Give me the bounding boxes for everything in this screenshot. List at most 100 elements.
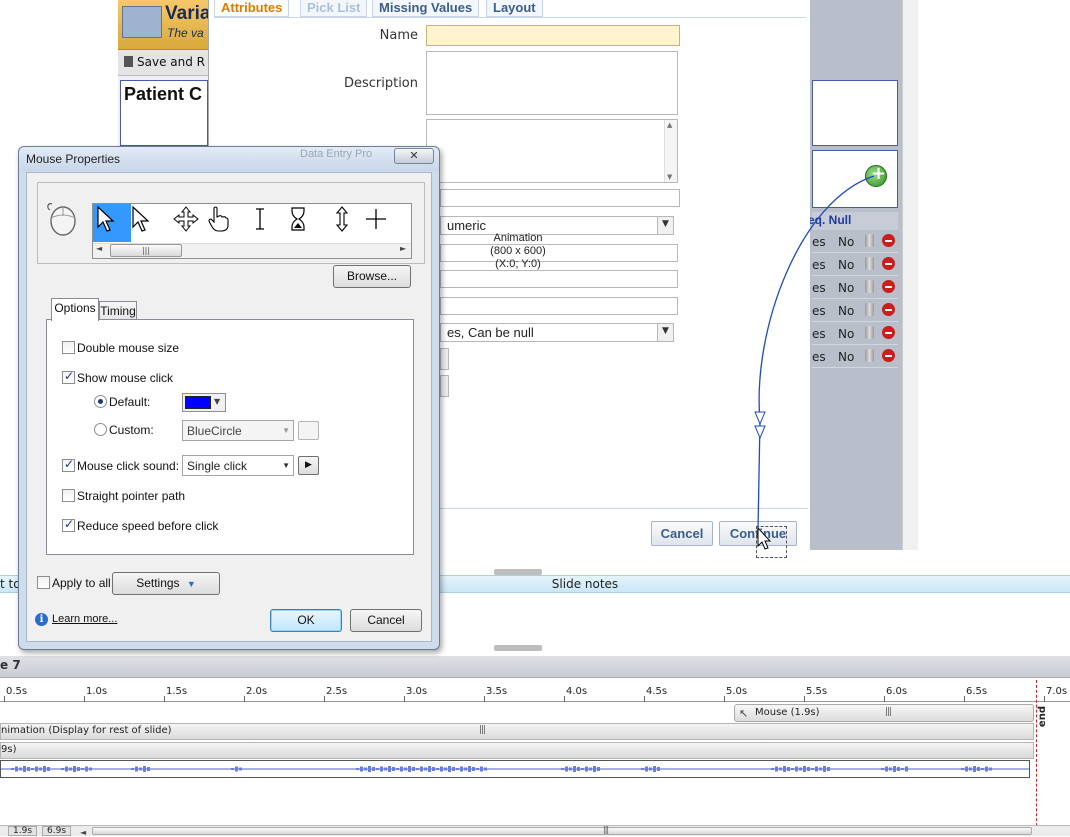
description-textarea[interactable]: [426, 51, 678, 115]
text-field[interactable]: [440, 189, 680, 207]
trash-icon[interactable]: [865, 349, 874, 362]
table-row[interactable]: es No: [812, 346, 898, 368]
mouse-click-sound-checkbox[interactable]: [62, 457, 75, 472]
trash-icon[interactable]: [865, 234, 874, 247]
chevron-down-icon: ▼: [657, 217, 673, 234]
text-field[interactable]: [440, 297, 678, 315]
text-field[interactable]: [440, 244, 678, 262]
tab-attributes[interactable]: Attributes: [214, 0, 290, 17]
scrollbar[interactable]: [664, 120, 677, 182]
custom-select[interactable]: BlueCircle ▼: [182, 420, 294, 441]
nullable-select[interactable]: es, Can be null ▼: [440, 323, 674, 342]
apply-to-all-checkbox[interactable]: [37, 576, 50, 589]
timeline-animation-track[interactable]: nimation (Display for rest of slide) |||: [0, 723, 1034, 740]
bg-app-subtitle: The va: [167, 26, 204, 40]
timeline-track[interactable]: 9s): [0, 742, 1034, 759]
timeline-ruler[interactable]: [0, 680, 1070, 702]
trash-icon[interactable]: [865, 326, 874, 339]
move-cursor-icon[interactable]: [172, 205, 200, 233]
play-button[interactable]: ▶: [298, 456, 319, 475]
double-mouse-size-label: Double mouse size: [77, 341, 180, 355]
delete-icon[interactable]: [882, 234, 895, 247]
table-row[interactable]: es No: [812, 277, 898, 299]
save-icon: [124, 56, 133, 67]
null-cell: No: [838, 350, 855, 364]
tab-missing-values[interactable]: Missing Values: [372, 0, 480, 17]
table-row[interactable]: es No: [812, 231, 898, 253]
close-button[interactable]: ✕: [394, 148, 434, 164]
delete-icon[interactable]: [882, 257, 895, 270]
mouse-icon: [47, 203, 76, 236]
required-cell: es: [812, 258, 826, 272]
scroll-right-icon[interactable]: ►: [400, 244, 406, 253]
default-radio[interactable]: [94, 395, 107, 408]
straight-pointer-path-checkbox[interactable]: [62, 489, 75, 502]
audio-waveform[interactable]: [0, 760, 1030, 778]
reduce-speed-checkbox[interactable]: [62, 517, 75, 532]
tab-layout[interactable]: Layout: [486, 0, 543, 17]
table-row[interactable]: es No: [812, 254, 898, 276]
trash-icon[interactable]: [865, 257, 874, 270]
grip-icon: |||: [603, 825, 609, 834]
table-row[interactable]: es No: [812, 323, 898, 345]
name-input[interactable]: [426, 25, 680, 46]
timeline-tick: 4.5s: [643, 686, 668, 702]
delete-icon[interactable]: [882, 280, 895, 293]
add-icon[interactable]: [865, 163, 887, 187]
tab-options[interactable]: Options: [51, 298, 99, 321]
required-cell: es: [812, 304, 826, 318]
trash-icon[interactable]: [865, 303, 874, 316]
delete-icon[interactable]: [882, 326, 895, 339]
grip-icon: |||: [141, 246, 151, 255]
settings-button[interactable]: Settings ▼: [112, 572, 220, 595]
scroll-left-icon[interactable]: ◄: [96, 244, 102, 253]
button-stub[interactable]: [440, 375, 449, 397]
tab-pick-list[interactable]: Pick List: [300, 0, 368, 17]
button-stub[interactable]: [440, 348, 449, 370]
custom-preview-button[interactable]: [298, 421, 319, 440]
table-header-label: eq. Null: [808, 213, 852, 227]
track-label: nimation (Display for rest of slide): [1, 725, 172, 736]
sound-select-value: Single click: [187, 459, 248, 473]
crosshair-cursor-icon[interactable]: [362, 205, 390, 233]
timeline-scroll-thumb[interactable]: |||: [92, 825, 1032, 835]
bg-app-title: Varia: [165, 3, 211, 24]
resize-vertical-cursor-icon[interactable]: [328, 205, 356, 233]
chevron-down-icon: ▼: [282, 426, 290, 435]
notes-textarea[interactable]: [426, 119, 678, 183]
apply-to-all-label: Apply to all: [52, 576, 111, 590]
null-cell: No: [838, 327, 855, 341]
delete-icon[interactable]: [882, 303, 895, 316]
ok-button[interactable]: OK: [270, 609, 342, 632]
browse-button[interactable]: Browse...: [333, 265, 411, 288]
text-cursor-icon[interactable]: [246, 205, 274, 233]
cancel-button[interactable]: Cancel: [651, 521, 713, 546]
scrollbar[interactable]: [902, 0, 918, 550]
learn-more-link[interactable]: Learn more...: [52, 613, 117, 625]
name-label: Name: [379, 28, 418, 43]
custom-radio[interactable]: [94, 423, 107, 436]
tab-timing[interactable]: Timing: [99, 301, 137, 321]
show-mouse-click-checkbox[interactable]: [62, 369, 75, 384]
hourglass-cursor-icon[interactable]: [284, 205, 312, 233]
save-button[interactable]: Save and R: [124, 55, 205, 69]
timeline-mouse-item[interactable]: ↖ Mouse (1.9s) |||: [734, 704, 1034, 722]
sound-select[interactable]: Single click ▼: [182, 455, 294, 476]
required-cell: es: [812, 281, 826, 295]
track-label: 9s): [1, 744, 17, 755]
double-mouse-size-checkbox[interactable]: [62, 341, 75, 354]
cancel-button[interactable]: Cancel: [350, 609, 422, 632]
arrow-cursor-icon[interactable]: [94, 205, 122, 233]
overlay-line: (800 x 600): [490, 245, 546, 257]
table-row[interactable]: es No: [812, 300, 898, 322]
text-field[interactable]: [440, 270, 678, 288]
trash-icon[interactable]: [865, 280, 874, 293]
end-marker[interactable]: [1036, 680, 1037, 836]
arrow-cursor-icon[interactable]: [129, 205, 157, 233]
color-swatch: [185, 396, 211, 409]
splitter-handle[interactable]: [494, 645, 542, 651]
chevron-down-icon: ▼: [214, 397, 221, 406]
scroll-thumb[interactable]: |||: [110, 244, 182, 257]
delete-icon[interactable]: [882, 349, 895, 362]
hand-cursor-icon[interactable]: [204, 205, 232, 233]
